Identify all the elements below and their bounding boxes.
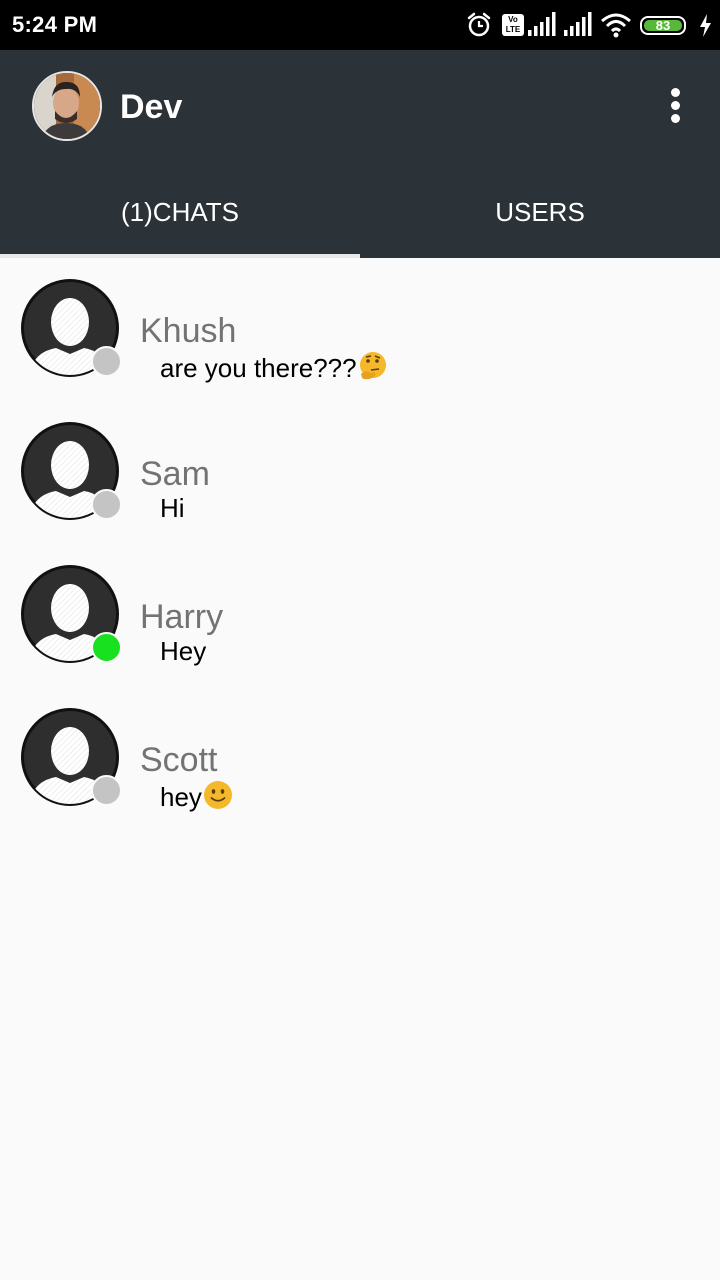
more-vertical-icon[interactable] (660, 84, 692, 128)
chat-message-text: hey (160, 782, 202, 812)
chat-last-message: Hey (160, 636, 206, 667)
chat-last-message: Hi (160, 493, 185, 524)
signal-icon-2 (564, 12, 592, 36)
app-title: Dev (120, 88, 183, 126)
volte-label-top: Vo (508, 15, 518, 24)
tab-users[interactable]: USERS (360, 180, 720, 258)
chat-contact-name: Harry (140, 598, 224, 636)
chat-item-scott[interactable]: Scott hey (0, 687, 720, 827)
chat-item-harry[interactable]: Harry Hey (0, 544, 720, 684)
presence-indicator-offline (91, 775, 122, 806)
presence-indicator-online (91, 632, 122, 663)
chat-message-text: Hi (160, 493, 185, 523)
chat-message-text: Hey (160, 636, 207, 666)
chat-last-message: hey (160, 779, 234, 813)
chat-item-sam[interactable]: Sam Hi (0, 401, 720, 541)
charging-icon (700, 14, 711, 37)
chat-item-khush[interactable]: Khush are you there??? (0, 258, 720, 398)
app-bar: Dev (1)CHATS USERS (0, 50, 720, 258)
menu-dot (671, 114, 680, 123)
tab-chats[interactable]: (1)CHATS (0, 180, 360, 258)
chat-contact-name: Scott (140, 741, 218, 779)
alarm-icon (467, 12, 491, 37)
profile-avatar[interactable] (32, 71, 102, 141)
menu-dot (671, 88, 680, 97)
volte-label-bottom: LTE (505, 25, 521, 34)
chat-message-text: are you there??? (160, 353, 357, 383)
battery-icon: 83 (640, 16, 686, 35)
battery-level: 83 (644, 19, 682, 32)
thinking-face-icon (359, 352, 386, 380)
slightly-smiling-face-icon (203, 781, 232, 809)
chat-contact-name: Khush (140, 312, 237, 350)
chat-last-message: are you there??? (160, 350, 389, 384)
profile-photo (34, 73, 100, 139)
presence-indicator-offline (91, 346, 122, 377)
signal-icon (528, 12, 556, 36)
status-bar: 5:24 PM Vo LTE 83 (0, 0, 720, 50)
presence-indicator-offline (91, 489, 122, 520)
chat-contact-name: Sam (140, 455, 210, 493)
volte-icon: Vo LTE (502, 14, 524, 36)
status-time: 5:24 PM (12, 12, 98, 37)
wifi-icon (601, 13, 631, 38)
menu-dot (671, 101, 680, 110)
